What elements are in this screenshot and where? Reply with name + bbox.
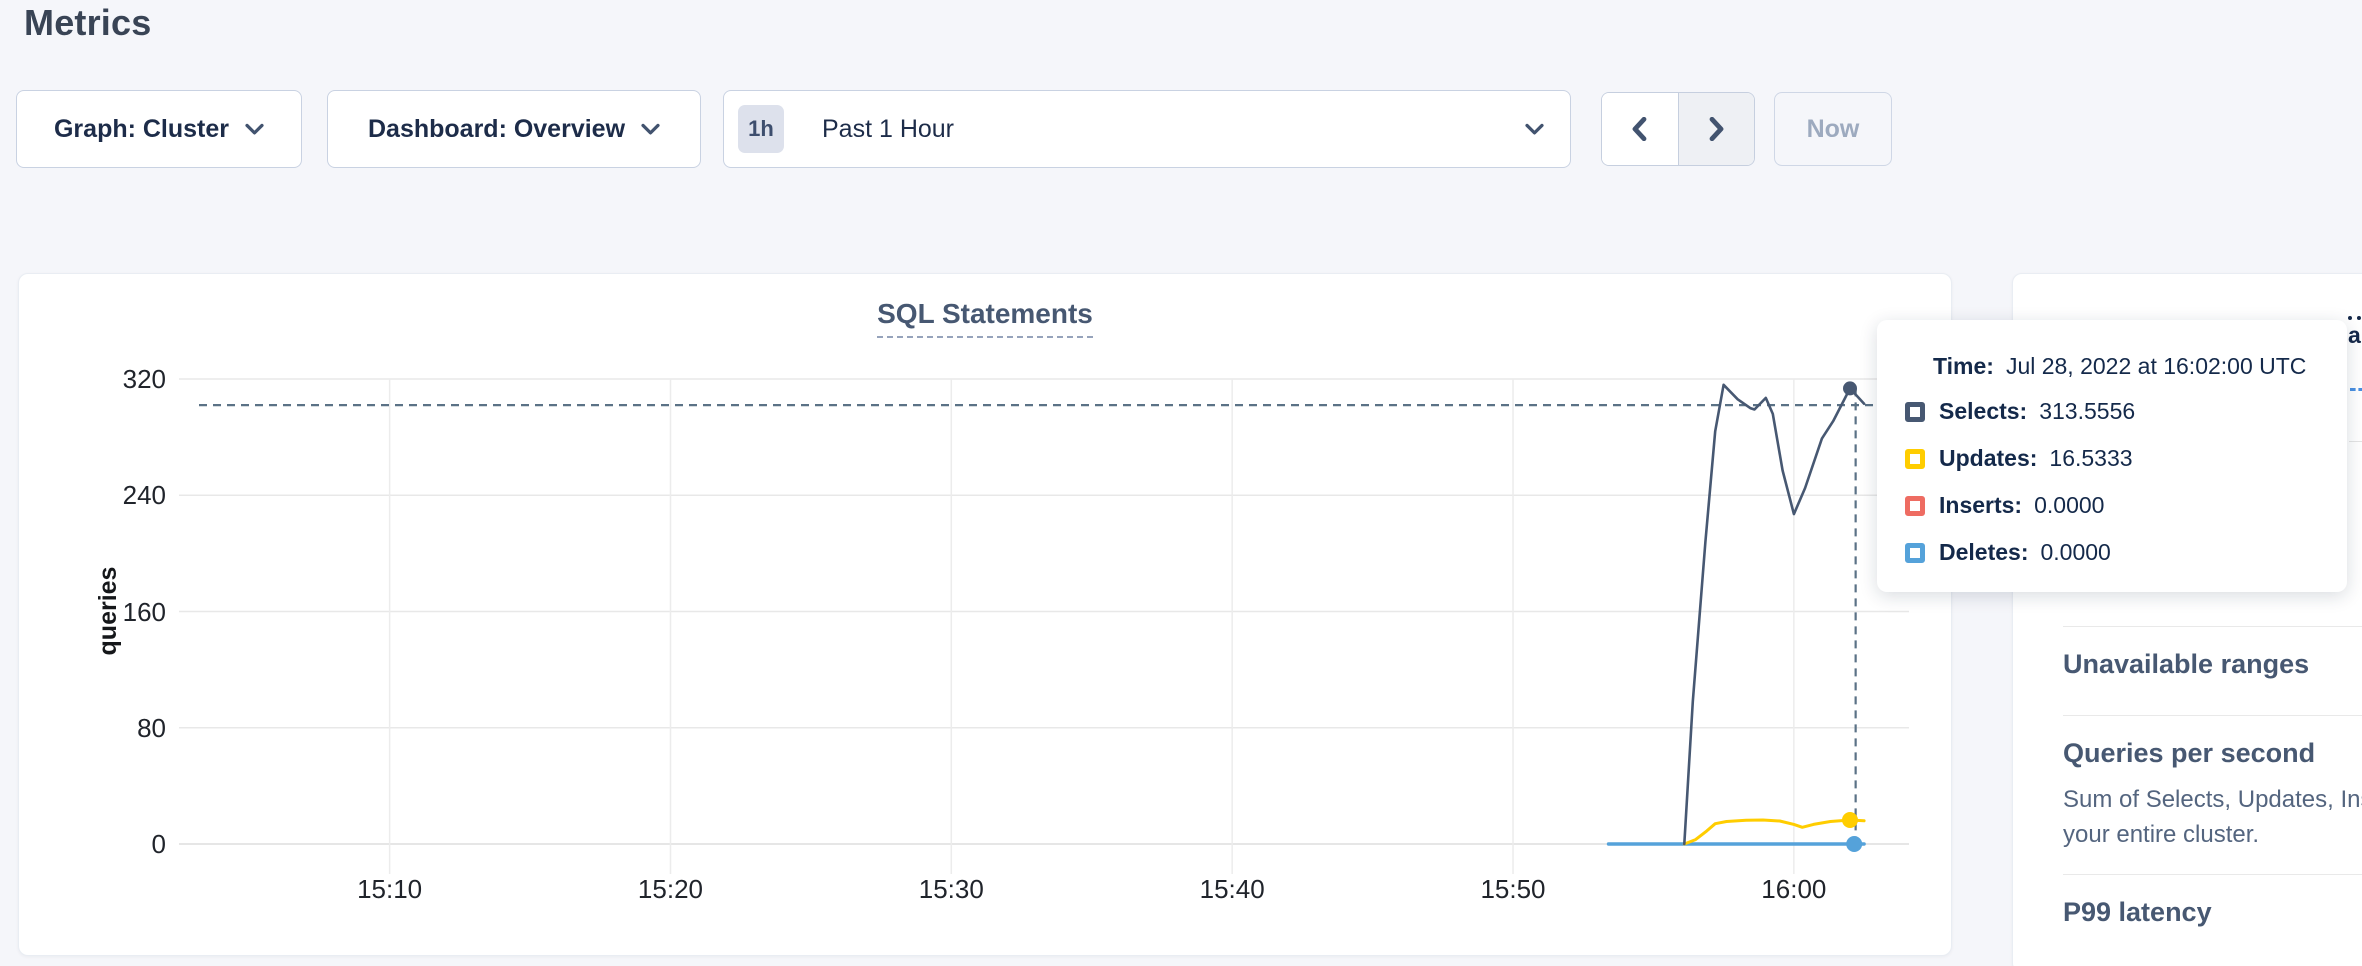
sidebar-description-line: your entire cluster. (2063, 817, 2362, 852)
tooltip-series-value: 0.0000 (2034, 492, 2104, 519)
chevron-down-icon (245, 123, 264, 136)
sidebar-divider (2063, 626, 2362, 627)
chevron-down-icon (1525, 123, 1544, 136)
legend-swatch-icon (1905, 496, 1925, 516)
x-axis-tick-label: 15:20 (605, 874, 735, 904)
chart-tooltip: Time: Jul 28, 2022 at 16:02:00 UTC Selec… (1877, 320, 2347, 592)
tooltip-series-label: Deletes: (1939, 539, 2028, 566)
chevron-right-icon (1709, 117, 1724, 141)
clipped-divider-fragment (2349, 441, 2362, 442)
legend-swatch-icon (1905, 449, 1925, 469)
tooltip-time-label: Time: (1933, 353, 1994, 380)
page-title: Metrics (24, 2, 151, 44)
tooltip-series-value: 313.5556 (2039, 398, 2135, 425)
time-range-label: Past 1 Hour (822, 115, 1509, 144)
legend-swatch-icon (1905, 402, 1925, 422)
dashboard-dropdown[interactable]: Dashboard: Overview (327, 90, 701, 168)
sidebar-divider (2063, 874, 2362, 875)
time-window-pager (1601, 92, 1755, 166)
sidebar-divider (2063, 715, 2362, 716)
x-axis-tick-label: 15:10 (325, 874, 455, 904)
legend-swatch-icon (1905, 543, 1925, 563)
clipped-text-fragment: a (2348, 316, 2361, 349)
y-axis-tick-label: 80 (74, 713, 166, 743)
tooltip-time-row: Time: Jul 28, 2022 at 16:02:00 UTC (1877, 346, 2347, 386)
y-axis-tick-label: 160 (74, 597, 166, 627)
tooltip-rows: Selects: 313.5556Updates: 16.5333 Inserts: 0… (1877, 388, 2347, 576)
sql-statements-chart[interactable] (19, 274, 1953, 957)
tooltip-series-value: 16.5333 (2049, 445, 2132, 472)
y-axis-tick-label: 0 (74, 829, 166, 859)
next-window-button[interactable] (1679, 93, 1755, 165)
x-axis-tick-label: 15:50 (1448, 874, 1578, 904)
now-button[interactable]: Now (1774, 92, 1892, 166)
y-axis-tick-label: 320 (74, 364, 166, 394)
x-axis-tick-label: 15:30 (886, 874, 1016, 904)
time-range-badge: 1h (738, 105, 784, 153)
x-axis-tick-label: 15:40 (1167, 874, 1297, 904)
clipped-dashed-fragment (2350, 388, 2362, 391)
sidebar-section-title: Queries per second (2063, 738, 2362, 768)
sidebar-section-description: Sum of Selects, Updates, Inserts andyour… (2063, 782, 2362, 852)
time-range-selector[interactable]: 1h Past 1 Hour (723, 90, 1571, 168)
x-axis-tick-label: 16:00 (1729, 874, 1859, 904)
sidebar-description-line: Sum of Selects, Updates, Inserts and (2063, 782, 2362, 817)
graph-dropdown[interactable]: Graph: Cluster (16, 90, 302, 168)
metrics-page: Metrics Graph: Cluster Dashboard: Overvi… (0, 0, 2362, 966)
sidebar-section-title: Unavailable ranges (2063, 649, 2362, 679)
sidebar-section-title: P99 latency (2063, 897, 2362, 927)
chevron-down-icon (641, 123, 660, 136)
tooltip-series-label: Updates: (1939, 445, 2037, 472)
dashboard-dropdown-label: Dashboard: Overview (368, 115, 625, 144)
tooltip-series-row: Deletes: 0.0000 (1877, 529, 2347, 576)
tooltip-series-row: Inserts: 0.0000 (1877, 482, 2347, 529)
tooltip-series-label: Inserts: (1939, 492, 2022, 519)
tooltip-series-row: Selects: 313.5556 (1877, 388, 2347, 435)
tooltip-series-value: 0.0000 (2040, 539, 2110, 566)
y-axis-tick-label: 240 (74, 480, 166, 510)
sql-statements-card: SQL Statements queries 08016024032015:10… (18, 273, 1952, 956)
graph-dropdown-label: Graph: Cluster (54, 115, 229, 144)
chevron-left-icon (1632, 117, 1647, 141)
previous-window-button[interactable] (1602, 93, 1679, 165)
tooltip-time-value: Jul 28, 2022 at 16:02:00 UTC (2006, 353, 2306, 380)
tooltip-series-row: Updates: 16.5333 (1877, 435, 2347, 482)
tooltip-series-label: Selects: (1939, 398, 2027, 425)
